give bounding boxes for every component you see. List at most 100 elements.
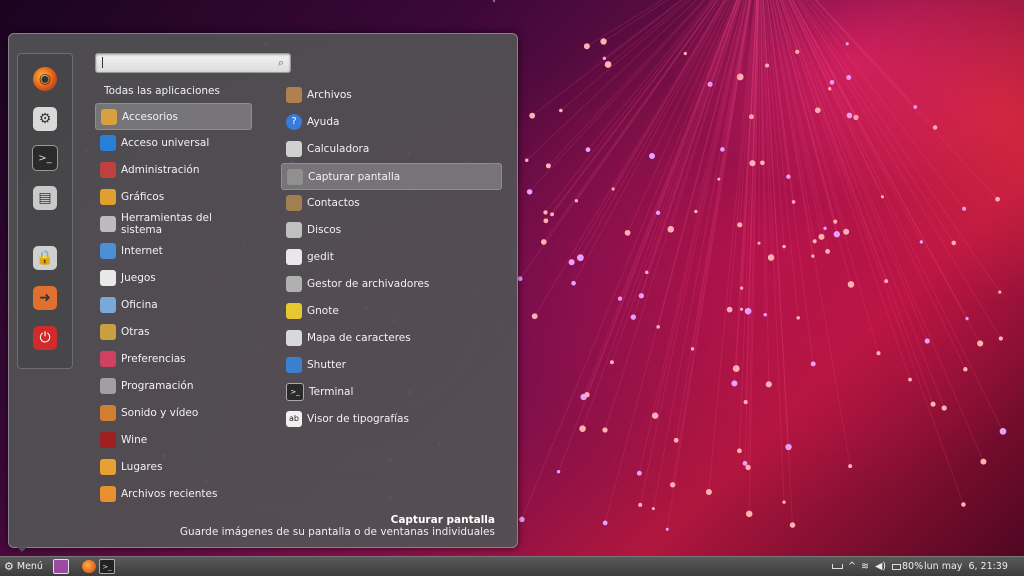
category-acceso-universal[interactable]: Acceso universal [95, 130, 250, 155]
clock-applet[interactable]: lun may 6, 21:39 [924, 557, 1008, 576]
wallpaper-light [962, 206, 967, 211]
menu-button[interactable]: ⚙ Menú [4, 557, 43, 576]
all-applications-label[interactable]: Todas las aplicaciones [104, 85, 220, 97]
category-herramientas-del-sistema[interactable]: Herramientas del sistema [95, 211, 250, 236]
category-gráficos[interactable]: Gráficos [95, 184, 250, 209]
help-icon: ? [286, 113, 302, 130]
wallpaper-light [763, 313, 767, 317]
wifi-icon: ≋ [861, 561, 869, 572]
wallpaper-light [977, 340, 984, 347]
wallpaper-light [585, 147, 591, 153]
wallpaper-light [529, 112, 536, 119]
wallpaper-light [812, 239, 817, 244]
app-shutter[interactable]: Shutter [281, 352, 500, 377]
app-contactos[interactable]: Contactos [281, 190, 500, 215]
favorite-cerrar-sesion[interactable]: ➜ [30, 283, 60, 313]
category-label: Preferencias [121, 352, 186, 365]
internet-icon [100, 242, 116, 259]
systray-expand-button[interactable]: ^ [848, 557, 856, 576]
network-applet[interactable]: ≋ [861, 557, 869, 576]
app-archivos[interactable]: Archivos [281, 82, 500, 107]
app-mapa-de-caracteres[interactable]: Mapa de caracteres [281, 325, 500, 350]
category-label: Oficina [121, 298, 158, 311]
favorite-terminal[interactable]: >_ [30, 143, 60, 173]
category-internet[interactable]: Internet [95, 238, 250, 263]
app-gedit[interactable]: gedit [281, 244, 500, 269]
favorite-configuracion[interactable]: ⚙ [30, 104, 60, 134]
wallpaper-light [760, 160, 765, 166]
sound-video-icon [100, 404, 116, 421]
wallpaper-fiber [776, 0, 879, 354]
wallpaper-light [765, 381, 772, 388]
wallpaper-light [604, 61, 612, 68]
wallpaper-light [651, 412, 659, 419]
system-tools-icon [100, 215, 116, 232]
wallpaper-light [796, 316, 800, 320]
places-icon [100, 458, 116, 475]
app-gnote[interactable]: Gnote [281, 298, 500, 323]
app-gestor-de-archivadores[interactable]: Gestor de archivadores [281, 271, 500, 296]
wallpaper-light [999, 428, 1007, 435]
category-label: Juegos [121, 271, 156, 284]
app-capturar-pantalla[interactable]: Capturar pantalla [281, 163, 502, 190]
wine-icon [100, 431, 116, 448]
screenshot-icon [287, 168, 303, 185]
category-archivos-recientes[interactable]: Archivos recientes [95, 481, 250, 506]
wallpaper-light [531, 313, 538, 320]
category-accesorios[interactable]: Accesorios [95, 103, 252, 130]
category-lugares[interactable]: Lugares [95, 454, 250, 479]
category-programación[interactable]: Programación [95, 373, 250, 398]
wallpaper-light [576, 254, 584, 262]
wallpaper-light [519, 516, 525, 523]
wallpaper-light [847, 281, 855, 288]
battery-applet[interactable]: 80% [892, 557, 923, 576]
volume-icon: ◀) [875, 561, 887, 572]
app-ayuda[interactable]: ? Ayuda [281, 109, 500, 134]
wallpaper-light [823, 226, 827, 230]
wallpaper-light [636, 470, 642, 476]
show-desktop-button[interactable] [53, 557, 69, 576]
disks-icon [286, 221, 302, 238]
panel-launcher-terminal[interactable]: >_ [99, 557, 115, 576]
category-sonido-y-vídeo[interactable]: Sonido y vídeo [95, 400, 250, 425]
wallpaper-light [961, 502, 966, 507]
app-visor-de-tipografías[interactable]: ab Visor de tipografías [281, 406, 500, 431]
power-icon: ⏻ [33, 326, 57, 350]
wallpaper-light [673, 437, 679, 443]
wallpaper-light [556, 470, 561, 474]
sound-applet[interactable]: ◀) [875, 557, 886, 576]
character-map-icon [286, 329, 302, 346]
recent-files-icon [100, 485, 116, 502]
category-otras[interactable]: Otras [95, 319, 250, 344]
category-label: Programación [121, 379, 194, 392]
wallpaper-light [517, 276, 523, 282]
bottom-panel: ⚙ Menú >_ ^ ≋ ◀) 80% lun may 6, 21:39 [0, 556, 1024, 576]
chevron-up-icon: ^ [848, 561, 856, 572]
app-label: gedit [307, 250, 334, 263]
favorite-firefox[interactable]: ◉ [30, 64, 60, 94]
app-calculadora[interactable]: Calculadora [281, 136, 500, 161]
wallpaper-light [683, 51, 687, 56]
favorite-archivos[interactable]: ▤ [30, 183, 60, 213]
notifications-applet[interactable] [832, 557, 843, 576]
wallpaper-light [645, 270, 649, 275]
app-terminal[interactable]: >_ Terminal [281, 379, 500, 404]
panel-launcher-firefox[interactable] [82, 557, 96, 576]
category-administración[interactable]: Administración [95, 157, 250, 182]
wallpaper-light [609, 360, 614, 365]
app-discos[interactable]: Discos [281, 217, 500, 242]
category-label: Accesorios [122, 110, 179, 123]
category-preferencias[interactable]: Preferencias [95, 346, 250, 371]
category-wine[interactable]: Wine [95, 427, 250, 452]
app-label: Discos [307, 223, 342, 236]
wallpaper-light [568, 259, 575, 266]
category-oficina[interactable]: Oficina [95, 292, 250, 317]
wallpaper-light [602, 520, 608, 526]
category-juegos[interactable]: Juegos [95, 265, 250, 290]
favorite-apagar[interactable]: ⏻ [30, 323, 60, 353]
wallpaper-light [737, 222, 743, 228]
search-input[interactable]: ⌕ [95, 53, 291, 73]
favorite-bloquear[interactable]: 🔒 [30, 243, 60, 273]
app-label: Contactos [307, 196, 360, 209]
graphics-icon [100, 188, 116, 205]
